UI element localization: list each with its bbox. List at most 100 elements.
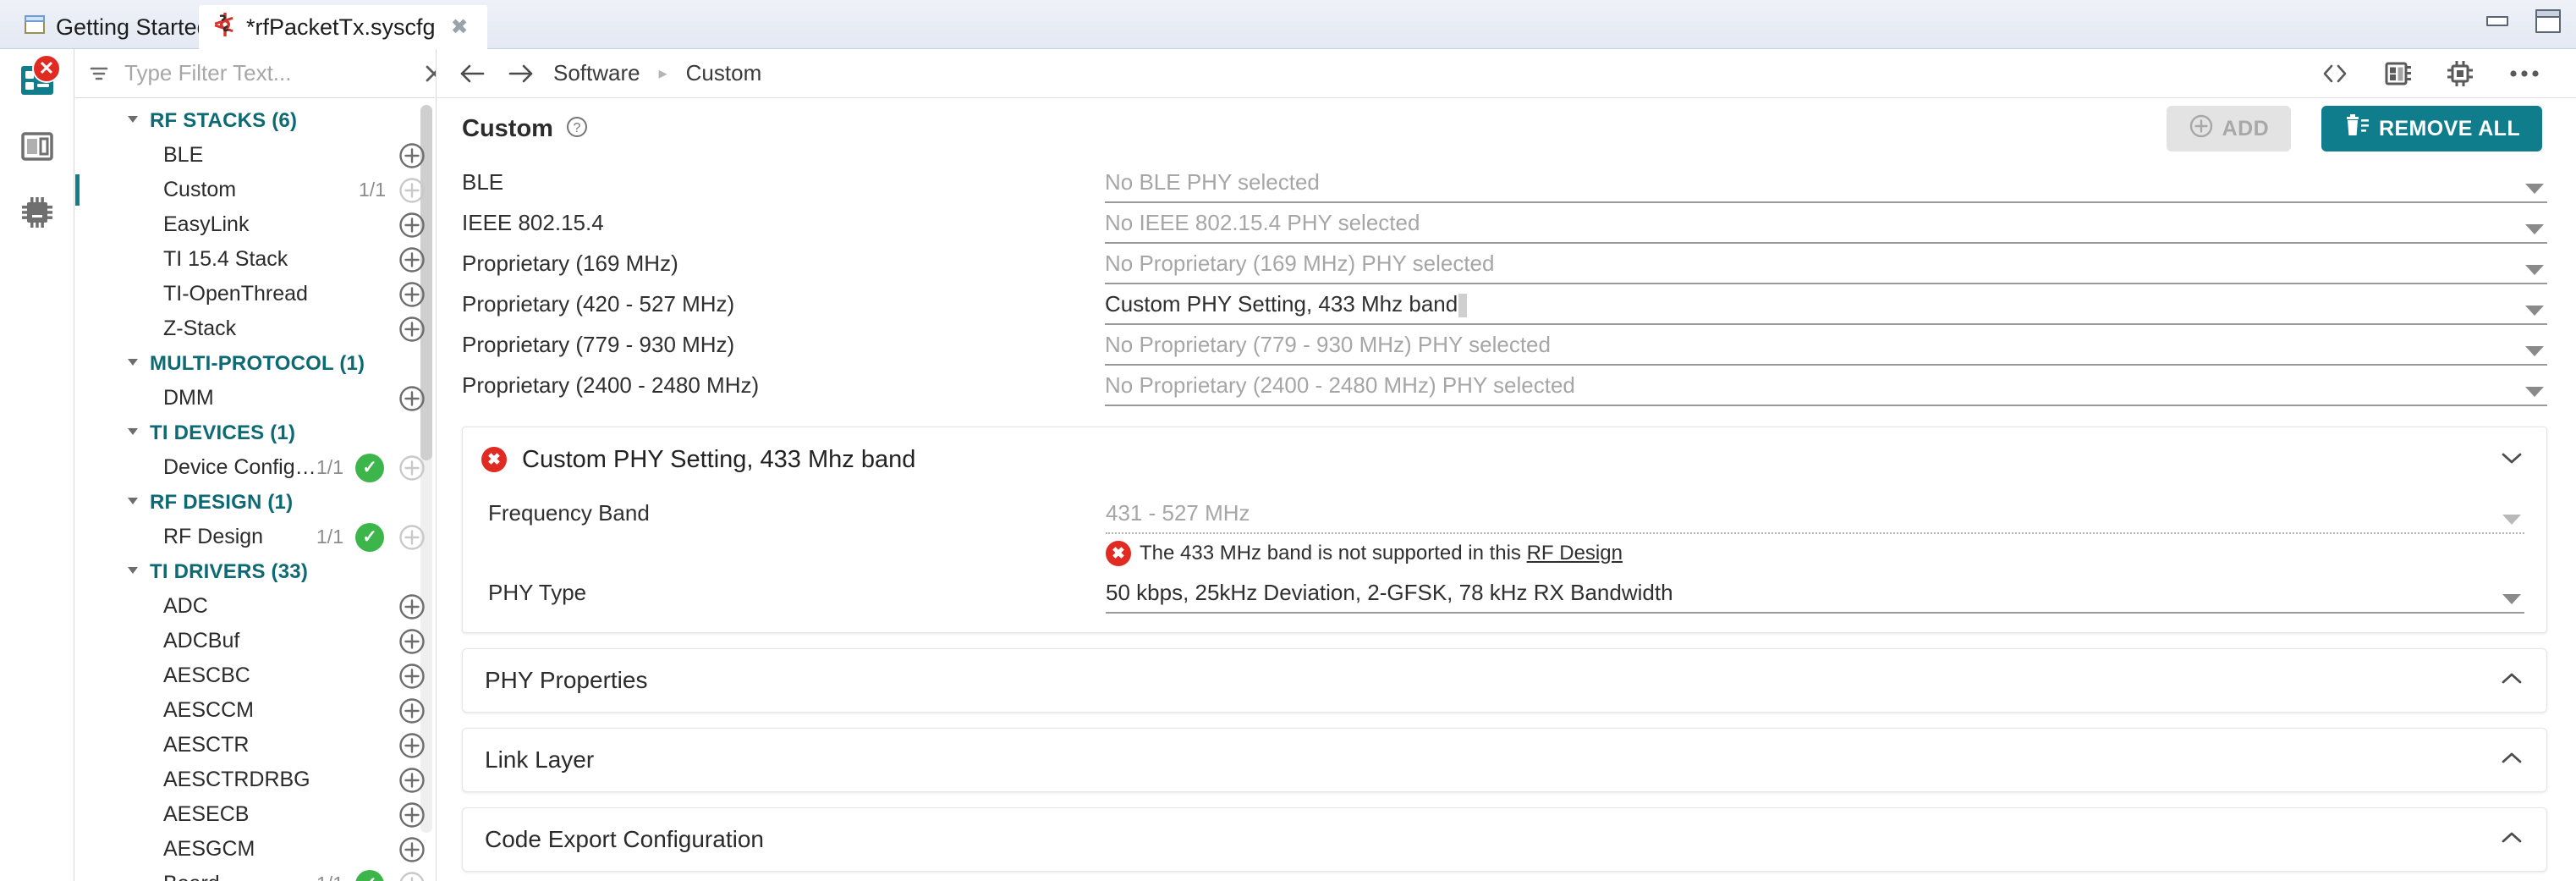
search-input[interactable] xyxy=(123,59,409,87)
phy-selection-list: BLENo BLE PHY selectedIEEE 802.15.4No IE… xyxy=(437,159,2576,406)
components-tree[interactable]: RF STACKS (6)BLE Custom1/1 EasyLink TI 1… xyxy=(75,98,435,881)
phy-type-select[interactable]: 50 kbps, 25kHz Deviation, 2-GFSK, 78 kHz… xyxy=(1106,580,2524,614)
add-component-icon[interactable] xyxy=(398,870,426,881)
add-component-icon[interactable] xyxy=(398,697,426,725)
phy-row-select[interactable]: No Proprietary (169 MHz) PHY selected xyxy=(1105,251,2547,284)
tree-item-count: 1/1 xyxy=(316,873,343,881)
add-component-icon[interactable] xyxy=(398,245,426,274)
add-component-icon[interactable] xyxy=(398,280,426,309)
remove-all-button[interactable]: REMOVE ALL xyxy=(2321,106,2542,151)
add-component-icon[interactable] xyxy=(398,523,426,552)
arrow-right-icon[interactable] xyxy=(506,61,535,86)
phy-row-select[interactable]: No IEEE 802.15.4 PHY selected xyxy=(1105,210,2547,244)
tree-item-custom[interactable]: Custom1/1 xyxy=(75,173,435,207)
custom-phy-card-header[interactable]: ✖ Custom PHY Setting, 433 Mhz band xyxy=(463,427,2546,492)
tree-item-ti-15-4-stack[interactable]: TI 15.4 Stack xyxy=(75,242,435,277)
add-button[interactable]: ADD xyxy=(2167,106,2291,151)
plus-circle-icon xyxy=(2189,113,2214,145)
tree-item-device-configur[interactable]: Device Configur...1/1✓ xyxy=(75,450,435,485)
tree-item-aesctr[interactable]: AESCTR xyxy=(75,728,435,763)
tree-item-aesecb[interactable]: AESECB xyxy=(75,797,435,832)
help-icon[interactable]: ? xyxy=(565,115,589,143)
add-component-icon[interactable] xyxy=(398,176,426,205)
phy-row-select[interactable]: No Proprietary (779 - 930 MHz) PHY selec… xyxy=(1105,332,2547,366)
tree-item-ti-openthread[interactable]: TI-OpenThread xyxy=(75,277,435,311)
add-component-icon[interactable] xyxy=(398,627,426,656)
tree-item-aesgcm[interactable]: AESGCM xyxy=(75,832,435,867)
section-link-layer[interactable]: Link Layer xyxy=(462,728,2547,792)
add-component-icon[interactable] xyxy=(398,835,426,864)
tree-item-aescbc[interactable]: AESCBC xyxy=(75,658,435,693)
tree-item-ble[interactable]: BLE xyxy=(75,138,435,173)
breadcrumb-item-custom[interactable]: Custom xyxy=(686,60,762,86)
add-component-icon[interactable] xyxy=(398,454,426,482)
add-component-icon[interactable] xyxy=(398,384,426,413)
more-options-icon[interactable] xyxy=(2508,68,2540,80)
add-component-icon[interactable] xyxy=(398,766,426,795)
phy-row-select[interactable]: Custom PHY Setting, 433 Mhz band xyxy=(1105,291,2547,325)
chevron-down-icon[interactable] xyxy=(2499,449,2524,471)
tree-item-label: AESCTR xyxy=(163,733,398,757)
caret-down-icon[interactable] xyxy=(124,491,141,515)
device-chip-icon xyxy=(19,194,56,235)
tree-group-label: TI DEVICES (1) xyxy=(150,421,295,445)
tree-item-aesccm[interactable]: AESCCM xyxy=(75,693,435,728)
code-view-icon[interactable] xyxy=(2321,61,2349,86)
filter-icon[interactable] xyxy=(87,62,111,85)
board-view-icon[interactable] xyxy=(2383,60,2412,87)
syscfg-window: Getting Started *rfPacketTx.syscfg ✖ xyxy=(0,0,2576,881)
add-component-icon[interactable] xyxy=(398,592,426,621)
tree-item-rf-design[interactable]: RF Design1/1✓ xyxy=(75,520,435,554)
minimize-button[interactable] xyxy=(2481,8,2513,34)
tree-group-header[interactable]: TI DEVICES (1) xyxy=(75,416,435,450)
section-code-export-configuration[interactable]: Code Export Configuration xyxy=(462,807,2547,872)
tab-getting-started[interactable]: Getting Started xyxy=(8,5,228,49)
rail-item-device-view[interactable] xyxy=(0,181,74,247)
phy-row-select[interactable]: No BLE PHY selected xyxy=(1105,169,2547,203)
chevron-down-icon xyxy=(2525,306,2544,316)
tree-group-header[interactable]: RF STACKS (6) xyxy=(75,103,435,138)
tree-item-board[interactable]: Board1/1✓ xyxy=(75,867,435,881)
tree-group-header[interactable]: TI DRIVERS (33) xyxy=(75,554,435,589)
add-component-icon[interactable] xyxy=(398,662,426,691)
frequency-band-select: 431 - 527 MHz xyxy=(1106,500,2524,534)
device-chip-icon[interactable] xyxy=(2446,59,2474,88)
caret-down-icon[interactable] xyxy=(124,560,141,584)
caret-down-icon[interactable] xyxy=(124,421,141,445)
chevron-up-icon[interactable] xyxy=(2499,670,2524,691)
tree-group-header[interactable]: MULTI-PROTOCOL (1) xyxy=(75,346,435,381)
tree-item-adc[interactable]: ADC xyxy=(75,589,435,624)
tree-item-label: TI 15.4 Stack xyxy=(163,247,398,272)
rail-item-board-view[interactable] xyxy=(0,115,74,181)
add-component-icon[interactable] xyxy=(398,801,426,829)
maximize-button[interactable] xyxy=(2532,8,2564,34)
tree-group-header[interactable]: RF DESIGN (1) xyxy=(75,485,435,520)
breadcrumb-item-software[interactable]: Software xyxy=(553,60,640,86)
caret-down-icon[interactable] xyxy=(124,109,141,133)
chevron-up-icon[interactable] xyxy=(2499,750,2524,771)
tree-item-label: AESCTRDRBG xyxy=(163,768,398,792)
section-phy-properties[interactable]: PHY Properties xyxy=(462,648,2547,713)
tab-rfpackettx-syscfg[interactable]: *rfPacketTx.syscfg ✖ xyxy=(199,5,487,49)
add-component-icon[interactable] xyxy=(398,141,426,170)
add-component-icon[interactable] xyxy=(398,315,426,344)
tree-item-z-stack[interactable]: Z-Stack xyxy=(75,311,435,346)
rf-design-link[interactable]: RF Design xyxy=(1527,542,1623,564)
tree-item-adcbuf[interactable]: ADCBuf xyxy=(75,624,435,658)
components-tree-panel: RF STACKS (6)BLE Custom1/1 EasyLink TI 1… xyxy=(75,49,435,881)
tree-item-easylink[interactable]: EasyLink xyxy=(75,207,435,242)
tree-item-aesctrdrbg[interactable]: AESCTRDRBG xyxy=(75,763,435,797)
custom-phy-title: Custom PHY Setting, 433 Mhz band xyxy=(522,446,915,474)
close-icon[interactable]: ✖ xyxy=(451,14,469,40)
arrow-left-icon[interactable] xyxy=(459,61,487,86)
phy-row-select[interactable]: No Proprietary (2400 - 2480 MHz) PHY sel… xyxy=(1105,372,2547,406)
phy-row: Proprietary (420 - 527 MHz)Custom PHY Se… xyxy=(462,284,2547,325)
rail-item-software-components[interactable]: ✕ xyxy=(0,49,74,115)
tree-item-dmm[interactable]: DMM xyxy=(75,381,435,416)
chevron-up-icon[interactable] xyxy=(2499,829,2524,851)
add-component-icon[interactable] xyxy=(398,211,426,240)
caret-down-icon[interactable] xyxy=(124,352,141,376)
phy-row: IEEE 802.15.4No IEEE 802.15.4 PHY select… xyxy=(462,203,2547,244)
add-component-icon[interactable] xyxy=(398,731,426,760)
breadcrumb-bar: Software ▸ Custom xyxy=(437,49,2576,98)
